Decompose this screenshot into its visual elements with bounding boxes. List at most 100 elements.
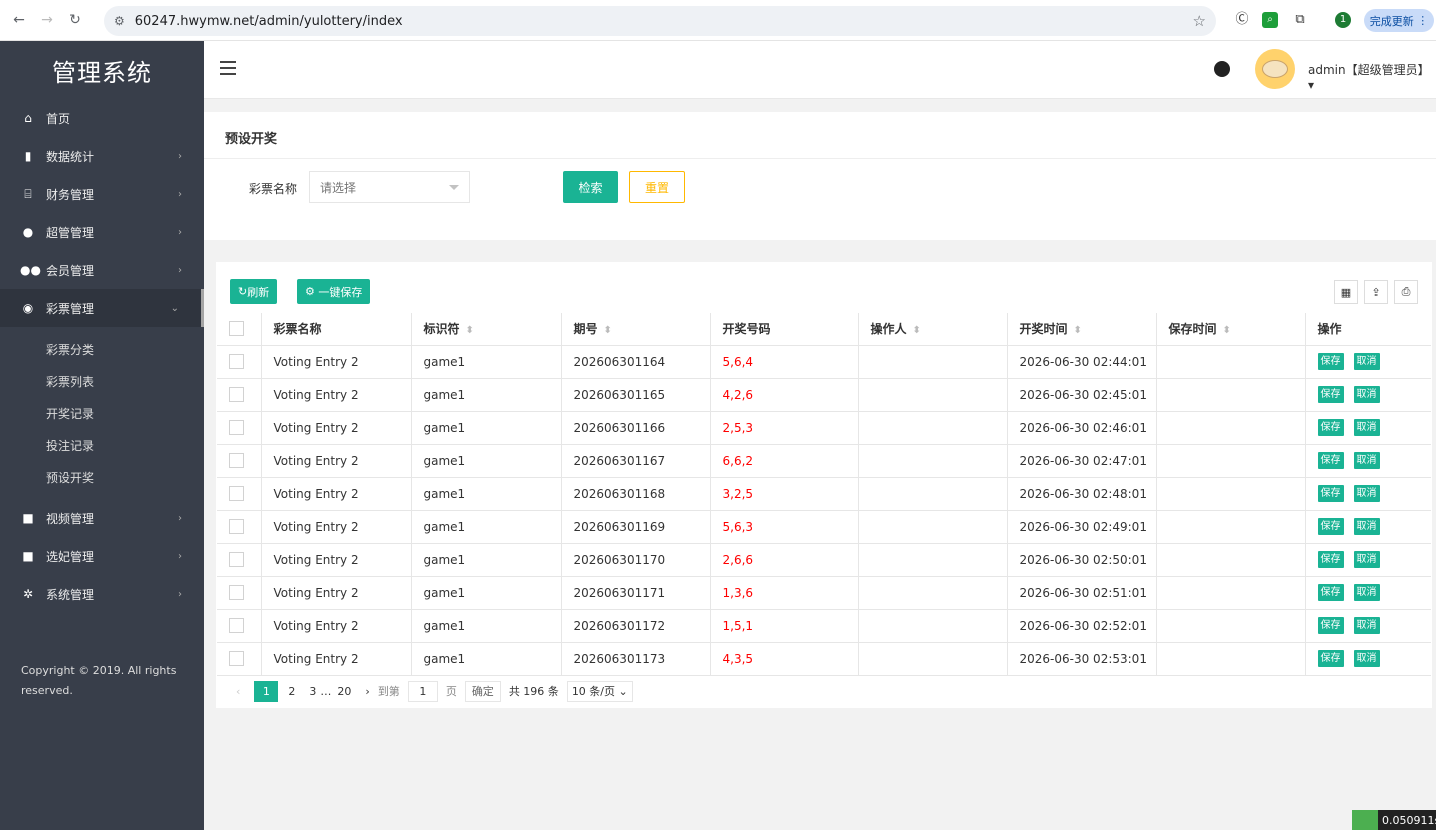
goto-label: 到第 (377, 685, 400, 698)
cell-draw-numbers[interactable]: 1,3,6 (710, 576, 859, 610)
refresh-button[interactable]: ↻ 刷新 (230, 279, 278, 304)
row-checkbox[interactable] (229, 453, 244, 468)
save-button[interactable]: 保存 (1317, 518, 1344, 535)
sidebar-subitem-draw-records[interactable]: 开奖记录 (0, 397, 204, 429)
row-checkbox[interactable] (229, 651, 244, 666)
cancel-button[interactable]: 取消 (1353, 353, 1380, 370)
sidebar-item-admin[interactable]: ● 超管管理 › (0, 213, 204, 251)
cell-draw-numbers[interactable]: 2,6,6 (710, 543, 859, 577)
menu-toggle-icon[interactable] (220, 61, 236, 75)
reload-icon[interactable]: ↻ (64, 12, 86, 28)
save-button[interactable]: 保存 (1317, 617, 1344, 634)
cancel-button[interactable]: 取消 (1353, 485, 1380, 502)
sort-icon[interactable]: ⬍ (604, 325, 612, 336)
sidebar-item-lottery[interactable]: ◉ 彩票管理 ⌄ (0, 289, 204, 327)
cell-draw-numbers[interactable]: 5,6,3 (710, 510, 859, 544)
cell-draw-numbers[interactable]: 6,6,2 (710, 444, 859, 478)
save-button[interactable]: 保存 (1317, 386, 1344, 403)
page-button[interactable]: 2 (288, 685, 295, 698)
save-all-button[interactable]: ⚙ 一键保存 (297, 279, 371, 304)
save-button[interactable]: 保存 (1317, 452, 1344, 469)
cancel-button[interactable]: 取消 (1353, 518, 1380, 535)
cancel-button[interactable]: 取消 (1353, 551, 1380, 568)
extension-search-icon[interactable]: ⌕ (1262, 12, 1278, 28)
lottery-name-select[interactable]: 请选择 (309, 171, 470, 203)
forward-icon[interactable]: → (36, 12, 58, 28)
sidebar-item-finance[interactable]: ⌸ 财务管理 › (0, 175, 204, 213)
site-settings-icon[interactable]: ⚙ (114, 14, 125, 28)
address-bar[interactable]: ⚙ 60247.hwymw.net/admin/yulottery/index … (104, 6, 1216, 36)
row-checkbox[interactable] (229, 420, 244, 435)
export-icon[interactable]: ⇪ (1364, 280, 1388, 304)
next-page-icon[interactable]: › (365, 685, 369, 698)
sidebar-item-stats[interactable]: ▮ 数据统计 › (0, 137, 204, 175)
row-checkbox[interactable] (229, 486, 244, 501)
extensions-puzzle-icon[interactable]: ⧉ (1290, 10, 1310, 30)
row-checkbox[interactable] (229, 354, 244, 369)
bookmark-star-icon[interactable]: ☆ (1193, 12, 1206, 30)
save-button[interactable]: 保存 (1317, 551, 1344, 568)
cancel-button[interactable]: 取消 (1353, 584, 1380, 601)
save-button[interactable]: 保存 (1317, 650, 1344, 667)
page-size-select[interactable]: 10 条/页 ⌄ (566, 680, 633, 702)
cell-draw-numbers[interactable]: 5,6,4 (710, 345, 859, 379)
save-button[interactable]: 保存 (1317, 584, 1344, 601)
sidebar-item-system[interactable]: ✲ 系统管理 › (0, 575, 204, 613)
save-button[interactable]: 保存 (1317, 485, 1344, 502)
sort-icon[interactable]: ⬍ (913, 325, 921, 336)
sort-icon[interactable]: ⬍ (1074, 325, 1082, 336)
sidebar-subitem-list[interactable]: 彩票列表 (0, 365, 204, 397)
palette-icon[interactable] (1214, 61, 1230, 77)
search-button[interactable]: 检索 (563, 171, 618, 203)
row-checkbox[interactable] (229, 519, 244, 534)
row-checkbox[interactable] (229, 387, 244, 402)
sidebar-subitem-category[interactable]: 彩票分类 (0, 333, 204, 365)
update-button[interactable]: 完成更新 ⋮ (1364, 9, 1434, 32)
sidebar-item-video[interactable]: ■ 视频管理 › (0, 499, 204, 537)
profile-badge[interactable]: 1 (1335, 12, 1351, 28)
save-button[interactable]: 保存 (1317, 353, 1344, 370)
sidebar-item-home[interactable]: ⌂ 首页 (0, 99, 204, 137)
cancel-button[interactable]: 取消 (1353, 617, 1380, 634)
cell-draw-numbers[interactable]: 2,5,3 (710, 411, 859, 445)
select-all-checkbox[interactable] (229, 321, 244, 337)
sort-icon[interactable]: ⬍ (466, 325, 474, 336)
cell-actions: 保存 取消 (1305, 345, 1431, 379)
save-button[interactable]: 保存 (1317, 419, 1344, 436)
column-header-save-time[interactable]: 保存时间 ⬍ (1156, 313, 1306, 346)
sidebar-item-selection[interactable]: ■ 选妃管理 › (0, 537, 204, 575)
row-checkbox[interactable] (229, 618, 244, 633)
goto-confirm-button[interactable]: 确定 (464, 680, 501, 702)
page-size-value: 10 条/页 (571, 685, 616, 698)
extension-c-icon[interactable]: Ⓒ (1232, 10, 1252, 30)
sort-icon[interactable]: ⬍ (1223, 325, 1231, 336)
cancel-button[interactable]: 取消 (1353, 386, 1380, 403)
page-input[interactable]: 1 (407, 680, 438, 702)
cell-draw-numbers[interactable]: 3,2,5 (710, 477, 859, 511)
sidebar-item-members[interactable]: ●● 会员管理 › (0, 251, 204, 289)
reset-button[interactable]: 重置 (629, 171, 685, 203)
prev-page-icon[interactable]: ‹ (236, 685, 240, 698)
page-button[interactable]: 1 (254, 680, 279, 702)
columns-icon[interactable]: ▦ (1334, 280, 1358, 304)
user-menu[interactable]: admin【超级管理员】 ▾ (1308, 61, 1436, 92)
print-icon[interactable]: ⎙ (1394, 280, 1418, 304)
column-header-draw-time[interactable]: 开奖时间 ⬍ (1007, 313, 1157, 346)
cancel-button[interactable]: 取消 (1353, 419, 1380, 436)
cell-draw-numbers[interactable]: 1,5,1 (710, 609, 859, 643)
column-header-identifier[interactable]: 标识符 ⬍ (411, 313, 562, 346)
sidebar-subitem-preset-draw[interactable]: 预设开奖 (0, 461, 204, 493)
back-icon[interactable]: ← (8, 12, 30, 28)
cell-draw-numbers[interactable]: 4,2,6 (710, 378, 859, 412)
sidebar-subitem-bet-records[interactable]: 投注记录 (0, 429, 204, 461)
page-button[interactable]: 3 (309, 685, 316, 698)
cell-draw-numbers[interactable]: 4,3,5 (710, 642, 859, 676)
row-checkbox[interactable] (229, 552, 244, 567)
row-checkbox[interactable] (229, 585, 244, 600)
column-header-operator[interactable]: 操作人 ⬍ (858, 313, 1008, 346)
column-header-issue[interactable]: 期号 ⬍ (561, 313, 711, 346)
page-button[interactable]: 20 (337, 685, 351, 698)
avatar[interactable] (1255, 49, 1295, 89)
cancel-button[interactable]: 取消 (1353, 452, 1380, 469)
cancel-button[interactable]: 取消 (1353, 650, 1380, 667)
